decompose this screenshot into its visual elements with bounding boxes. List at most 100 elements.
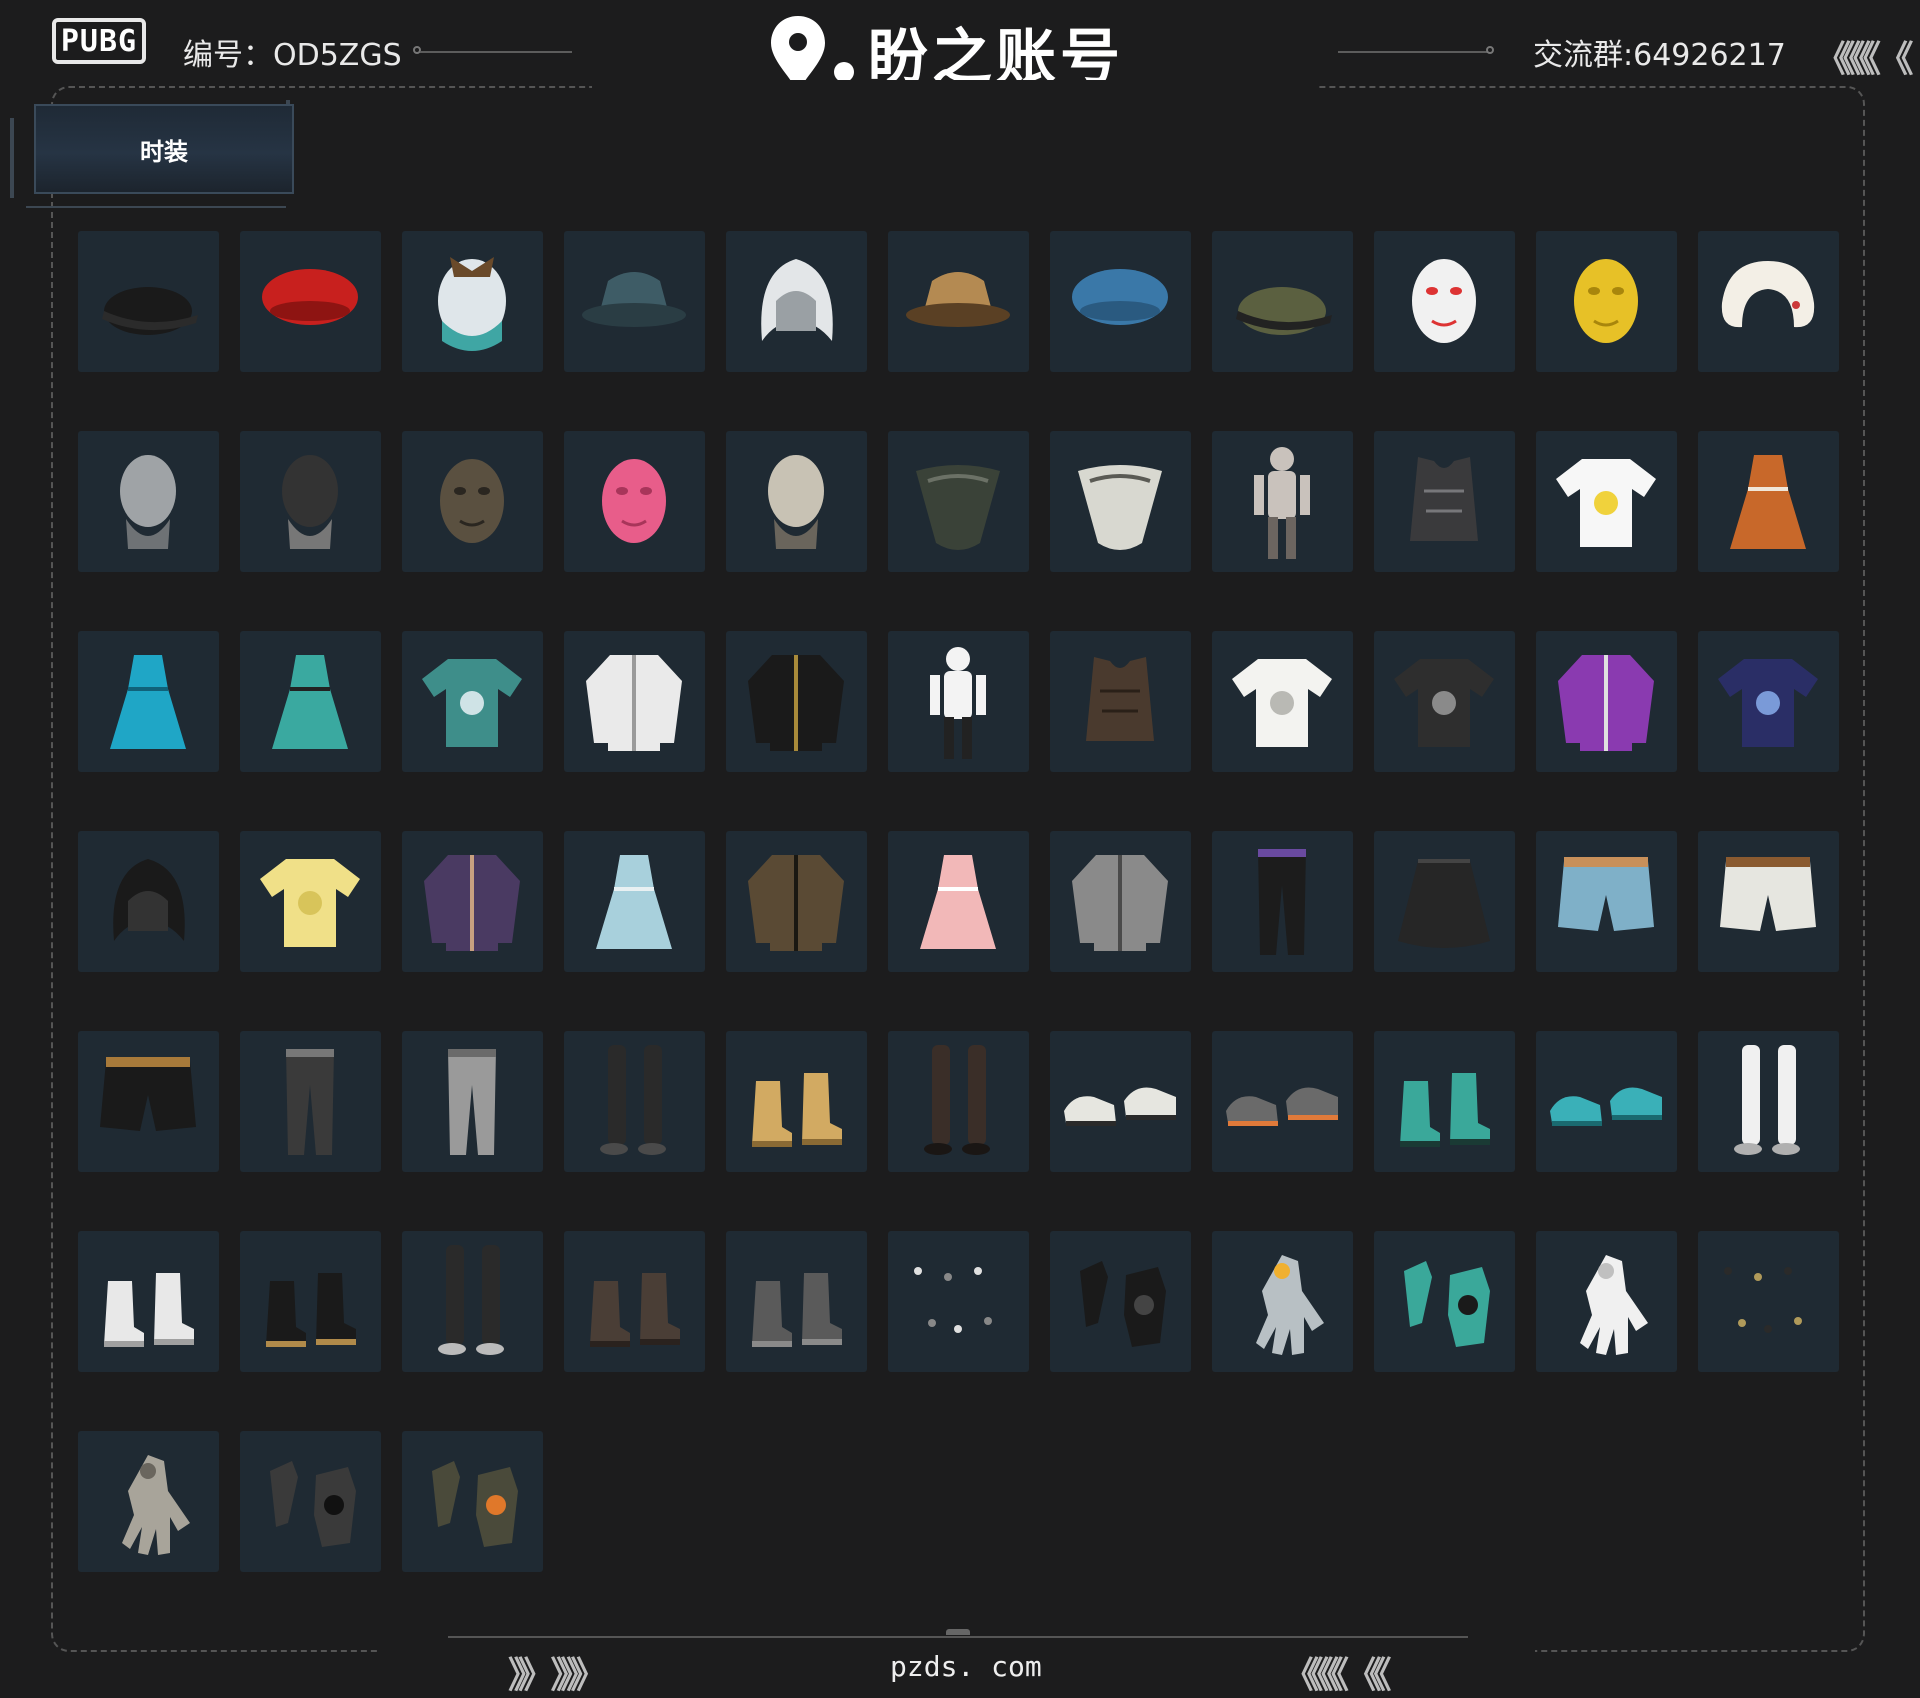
fashion-item[interactable] (1374, 1031, 1515, 1172)
fashion-item[interactable] (1050, 1031, 1191, 1172)
fashion-item[interactable] (78, 1431, 219, 1572)
fashion-item[interactable] (240, 431, 381, 572)
fashion-item[interactable] (1050, 831, 1191, 972)
fashion-item[interactable] (1536, 1031, 1677, 1172)
tactical-mask-icon (282, 455, 338, 549)
fashion-item[interactable] (78, 1031, 219, 1172)
fashion-item[interactable] (564, 1231, 705, 1372)
pubg-logo: PUBG (52, 18, 146, 64)
fashion-item[interactable] (726, 831, 867, 972)
red-beret-icon (262, 269, 358, 325)
fashion-item[interactable] (1698, 231, 1839, 372)
camo-gloves-icon (432, 1461, 518, 1547)
black-trousers-icon (1258, 849, 1306, 955)
fashion-item[interactable] (1536, 431, 1677, 572)
fashion-item[interactable] (888, 1031, 1029, 1172)
white-tall-boots-icon (1734, 1045, 1800, 1155)
fashion-item[interactable] (78, 431, 219, 572)
bucket-hat-icon (582, 272, 686, 327)
fashion-item[interactable] (726, 231, 867, 372)
fashion-item[interactable] (1050, 1231, 1191, 1372)
fashion-item[interactable] (1698, 831, 1839, 972)
fashion-item[interactable] (1212, 231, 1353, 372)
fashion-item[interactable] (564, 831, 705, 972)
fashion-item[interactable] (888, 431, 1029, 572)
fashion-item[interactable] (1050, 231, 1191, 372)
yellow-tshirt-icon (1556, 459, 1656, 547)
tab-decoration (26, 206, 286, 208)
skull-mask-icon (768, 455, 824, 549)
fashion-item[interactable] (240, 1031, 381, 1172)
fashion-item[interactable] (564, 231, 705, 372)
fashion-item[interactable] (78, 231, 219, 372)
fashion-item[interactable] (726, 1031, 867, 1172)
black-skirt-icon (1398, 859, 1490, 948)
fashion-item[interactable] (564, 431, 705, 572)
account-id-label: 编号：OD5ZGS (183, 38, 402, 73)
fashion-item[interactable] (1212, 1031, 1353, 1172)
chevrons-left-icon: 《《《《 《 (1815, 39, 1914, 80)
fashion-item[interactable] (1536, 231, 1677, 372)
fashion-item[interactable] (726, 431, 867, 572)
fashion-item[interactable] (78, 831, 219, 972)
black-hood-cloak-icon (113, 859, 185, 941)
fashion-item[interactable] (1374, 631, 1515, 772)
winner-tshirt-icon (1394, 659, 1494, 747)
tab-fashion[interactable]: 时装 (34, 104, 294, 194)
fashion-item[interactable] (1536, 1231, 1677, 1372)
fashion-item[interactable] (402, 631, 543, 772)
fashion-item[interactable] (1212, 1231, 1353, 1372)
fashion-item[interactable] (1212, 631, 1353, 772)
fashion-item[interactable] (1698, 631, 1839, 772)
fashion-item[interactable] (888, 631, 1029, 772)
fashion-item[interactable] (1374, 1231, 1515, 1372)
ripped-jeans-icon (286, 1049, 334, 1155)
fashion-item[interactable] (1698, 1231, 1839, 1372)
fashion-item[interactable] (240, 631, 381, 772)
leopard-sneakers-icon (266, 1273, 356, 1347)
headset-cap-icon (1236, 287, 1332, 335)
fashion-item[interactable] (1050, 631, 1191, 772)
fashion-item[interactable] (564, 1031, 705, 1172)
fluffy-hat-icon (438, 257, 506, 351)
fashion-item[interactable] (402, 231, 543, 372)
wolf-mask-icon (440, 459, 504, 543)
fashion-item[interactable] (1374, 831, 1515, 972)
fashion-item[interactable] (888, 831, 1029, 972)
fashion-item[interactable] (402, 431, 543, 572)
fashion-item[interactable] (726, 1231, 867, 1372)
fashion-item[interactable] (1212, 831, 1353, 972)
footer-notch (946, 1629, 970, 1635)
footer-divider (448, 1636, 1468, 1638)
fashion-item[interactable] (402, 831, 543, 972)
fashion-item[interactable] (1698, 431, 1839, 572)
fashion-item[interactable] (564, 631, 705, 772)
pink-dino-mask-icon (602, 459, 666, 543)
fashion-item[interactable] (1374, 431, 1515, 572)
chicken-mask-icon (1412, 259, 1476, 343)
fashion-item[interactable] (78, 631, 219, 772)
fashion-item[interactable] (1374, 231, 1515, 372)
fashion-item[interactable] (240, 1431, 381, 1572)
fashion-item[interactable] (402, 1431, 543, 1572)
fashion-item[interactable] (240, 231, 381, 372)
black-gold-jacket-icon (748, 655, 844, 751)
pubg-logo-text: PUBG (60, 23, 138, 59)
fashion-item[interactable] (726, 631, 867, 772)
fashion-item[interactable] (888, 231, 1029, 372)
fashion-item[interactable] (402, 1031, 543, 1172)
brown-boots-icon (590, 1273, 680, 1347)
blue-plaid-beret-icon (1072, 269, 1168, 325)
fashion-item[interactable] (1050, 431, 1191, 572)
fashion-item[interactable] (1212, 431, 1353, 572)
fashion-item[interactable] (240, 831, 381, 972)
fashion-item[interactable] (888, 1231, 1029, 1372)
fashion-item[interactable] (78, 1231, 219, 1372)
yellow-sweater-icon (260, 859, 360, 947)
fashion-item[interactable] (1536, 631, 1677, 772)
fashion-item[interactable] (1698, 1031, 1839, 1172)
tiger-dress-icon (1730, 455, 1806, 549)
fashion-item[interactable] (240, 1231, 381, 1372)
fashion-item[interactable] (402, 1231, 543, 1372)
fashion-item[interactable] (1536, 831, 1677, 972)
